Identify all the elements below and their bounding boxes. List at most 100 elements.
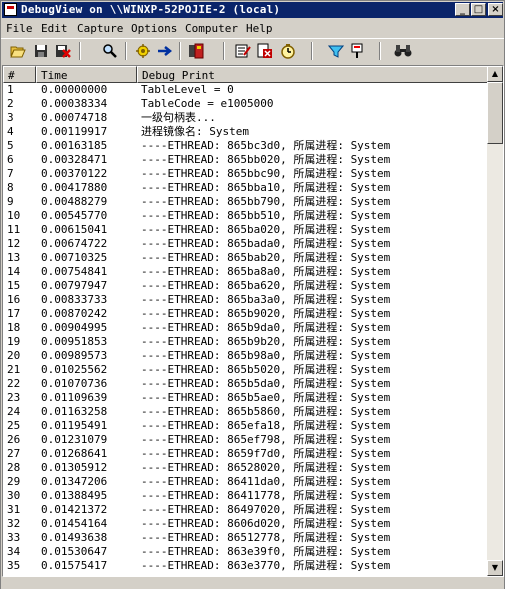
table-row[interactable]: 26 0.01231079 ----ETHREAD: 865ef798, 所属进程:… (3, 433, 488, 447)
table-row[interactable]: 35 0.01575417 ----ETHREAD: 863e3770, 所属进程:… (3, 559, 488, 573)
row-time: 0.01421372 (41, 503, 108, 516)
menu-file[interactable]: File (5, 19, 34, 38)
table-row[interactable]: 2 0.00038334 TableCode = e1005000 (3, 97, 488, 111)
table-row[interactable]: 8 0.00417880 ----ETHREAD: 865bba10, 所属进程: … (3, 181, 488, 195)
row-number: 9 (7, 195, 14, 208)
open-icon[interactable] (9, 42, 27, 60)
title-bar[interactable]: DebugView on \\WINXP-52POJIE-2 (local) _… (2, 2, 503, 18)
column-header-time[interactable]: Time (36, 66, 137, 83)
row-number: 24 (7, 405, 21, 418)
log-icon[interactable] (256, 42, 274, 60)
toolbar-separator (311, 42, 313, 60)
debug-output-list[interactable]: # Time Debug Print 1 0.00000000 TableLevel… (2, 65, 504, 577)
table-row[interactable]: 15 0.00797947 ----ETHREAD: 865ba620, 所属进程:… (3, 279, 488, 293)
menu-computer[interactable]: Computer (184, 19, 239, 38)
row-time: 0.00328471 (41, 153, 108, 166)
row-debug-print: ----ETHREAD: 865b9020, 所属进程: System (141, 307, 391, 320)
row-debug-print: ----ETHREAD: 865bb790, 所属进程: System (141, 195, 391, 208)
toolbar-separator (379, 42, 381, 60)
table-row[interactable]: 13 0.00710325 ----ETHREAD: 865bab20, 所属进程:… (3, 251, 488, 265)
row-debug-print: ----ETHREAD: 865b5020, 所属进程: System (141, 363, 391, 376)
row-number: 35 (7, 559, 21, 572)
close-button[interactable]: × (488, 3, 503, 16)
clear-icon[interactable] (54, 42, 72, 60)
vertical-scrollbar[interactable]: ▲ ▼ (487, 66, 503, 576)
table-row[interactable]: 29 0.01347206 ----ETHREAD: 86411da0, 所属进程:… (3, 475, 488, 489)
table-row[interactable]: 12 0.00674722 ----ETHREAD: 865bada0, 所属进程:… (3, 237, 488, 251)
row-debug-print: ----ETHREAD: 86411da0, 所属进程: System (141, 475, 391, 488)
app-icon[interactable] (4, 3, 17, 16)
table-row[interactable]: 27 0.01268641 ----ETHREAD: 8659f7d0, 所属进程:… (3, 447, 488, 461)
row-number: 32 (7, 517, 21, 530)
table-row[interactable]: 30 0.01388495 ----ETHREAD: 86411778, 所属进程:… (3, 489, 488, 503)
toolbar-separator (223, 42, 225, 60)
table-row[interactable]: 7 0.00370122 ----ETHREAD: 865bbc90, 所属进程: … (3, 167, 488, 181)
row-number: 28 (7, 461, 21, 474)
save-icon[interactable] (32, 42, 50, 60)
table-row[interactable]: 23 0.01109639 ----ETHREAD: 865b5ae0, 所属进程:… (3, 391, 488, 405)
minimize-button[interactable]: _ (455, 3, 470, 16)
table-row[interactable]: 10 0.00545770 ----ETHREAD: 865bb510, 所属进程:… (3, 209, 488, 223)
row-number: 1 (7, 83, 14, 96)
toolbar-separator (79, 42, 81, 60)
table-row[interactable]: 28 0.01305912 ----ETHREAD: 86528020, 所属进程:… (3, 461, 488, 475)
menu-options[interactable]: Options (130, 19, 178, 38)
table-row[interactable]: 18 0.00904995 ----ETHREAD: 865b9da0, 所属进程:… (3, 321, 488, 335)
row-time: 0.00674722 (41, 237, 108, 250)
row-debug-print: ----ETHREAD: 8606d020, 所属进程: System (141, 517, 391, 530)
row-time: 0.01025562 (41, 363, 108, 376)
table-row[interactable]: 4 0.00119917 进程镜像名: System (3, 125, 488, 139)
menu-capture[interactable]: Capture (76, 19, 124, 38)
row-debug-print: 一级句柄表... (141, 111, 216, 124)
table-row[interactable]: 3 0.00074718 一级句柄表... (3, 111, 488, 125)
row-debug-print: 进程镜像名: System (141, 125, 249, 138)
row-debug-print: ----ETHREAD: 865bada0, 所属进程: System (141, 237, 391, 250)
row-time: 0.01070736 (41, 377, 108, 390)
table-row[interactable]: 19 0.00951853 ----ETHREAD: 865b9b20, 所属进程:… (3, 335, 488, 349)
table-row[interactable]: 24 0.01163258 ----ETHREAD: 865b5860, 所属进程:… (3, 405, 488, 419)
row-number: 21 (7, 363, 21, 376)
scroll-down-button[interactable]: ▼ (487, 560, 503, 576)
table-row[interactable]: 1 0.00000000 TableLevel = 0 (3, 83, 488, 97)
maximize-button[interactable]: □ (471, 3, 486, 16)
binoculars-icon[interactable] (394, 42, 412, 60)
table-row[interactable]: 16 0.00833733 ----ETHREAD: 865ba3a0, 所属进程:… (3, 293, 488, 307)
row-time: 0.00904995 (41, 321, 108, 334)
filter-icon[interactable] (327, 42, 345, 60)
column-header-number[interactable]: # (3, 66, 36, 83)
options-icon[interactable] (234, 42, 252, 60)
table-row[interactable]: 14 0.00754841 ----ETHREAD: 865ba8a0, 所属进程:… (3, 265, 488, 279)
table-row[interactable]: 20 0.00989573 ----ETHREAD: 865b98a0, 所属进程:… (3, 349, 488, 363)
scroll-thumb[interactable] (487, 82, 503, 144)
clear-display-icon[interactable] (187, 42, 205, 60)
row-time: 0.00074718 (41, 111, 108, 124)
column-header-debug-print[interactable]: Debug Print (137, 66, 488, 83)
autoscroll-icon[interactable] (156, 42, 174, 60)
list-header: # Time Debug Print (3, 66, 488, 83)
table-row[interactable]: 22 0.01070736 ----ETHREAD: 865b5da0, 所属进程:… (3, 377, 488, 391)
find-icon[interactable] (101, 42, 119, 60)
table-row[interactable]: 9 0.00488279 ----ETHREAD: 865bb790, 所属进程: … (3, 195, 488, 209)
row-debug-print: ----ETHREAD: 865b5860, 所属进程: System (141, 405, 391, 418)
menu-edit[interactable]: Edit (40, 19, 69, 38)
window-title: DebugView on \\WINXP-52POJIE-2 (local) (21, 3, 281, 16)
table-row[interactable]: 5 0.00163185 ----ETHREAD: 865bc3d0, 所属进程: … (3, 139, 488, 153)
table-row[interactable]: 32 0.01454164 ----ETHREAD: 8606d020, 所属进程:… (3, 517, 488, 531)
row-debug-print: ----ETHREAD: 865b98a0, 所属进程: System (141, 349, 391, 362)
table-row[interactable]: 6 0.00328471 ----ETHREAD: 865bb020, 所属进程: … (3, 153, 488, 167)
table-row[interactable]: 21 0.01025562 ----ETHREAD: 865b5020, 所属进程:… (3, 363, 488, 377)
table-row[interactable]: 31 0.01421372 ----ETHREAD: 86497020, 所属进程:… (3, 503, 488, 517)
table-row[interactable]: 17 0.00870242 ----ETHREAD: 865b9020, 所属进程:… (3, 307, 488, 321)
capture-icon[interactable] (134, 42, 152, 60)
table-row[interactable]: 33 0.01493638 ----ETHREAD: 86512778, 所属进程:… (3, 531, 488, 545)
menu-help[interactable]: Help (245, 19, 274, 38)
row-number: 30 (7, 489, 21, 502)
table-row[interactable]: 25 0.01195491 ----ETHREAD: 865efa18, 所属进程:… (3, 419, 488, 433)
highlight-icon[interactable] (348, 42, 366, 60)
table-row[interactable]: 11 0.00615041 ----ETHREAD: 865ba020, 所属进程:… (3, 223, 488, 237)
table-row[interactable]: 34 0.01530647 ----ETHREAD: 863e39f0, 所属进程:… (3, 545, 488, 559)
scroll-up-button[interactable]: ▲ (487, 66, 503, 82)
row-time: 0.01493638 (41, 531, 108, 544)
timer-icon[interactable] (279, 42, 297, 60)
row-debug-print: ----ETHREAD: 865bbc90, 所属进程: System (141, 167, 391, 180)
